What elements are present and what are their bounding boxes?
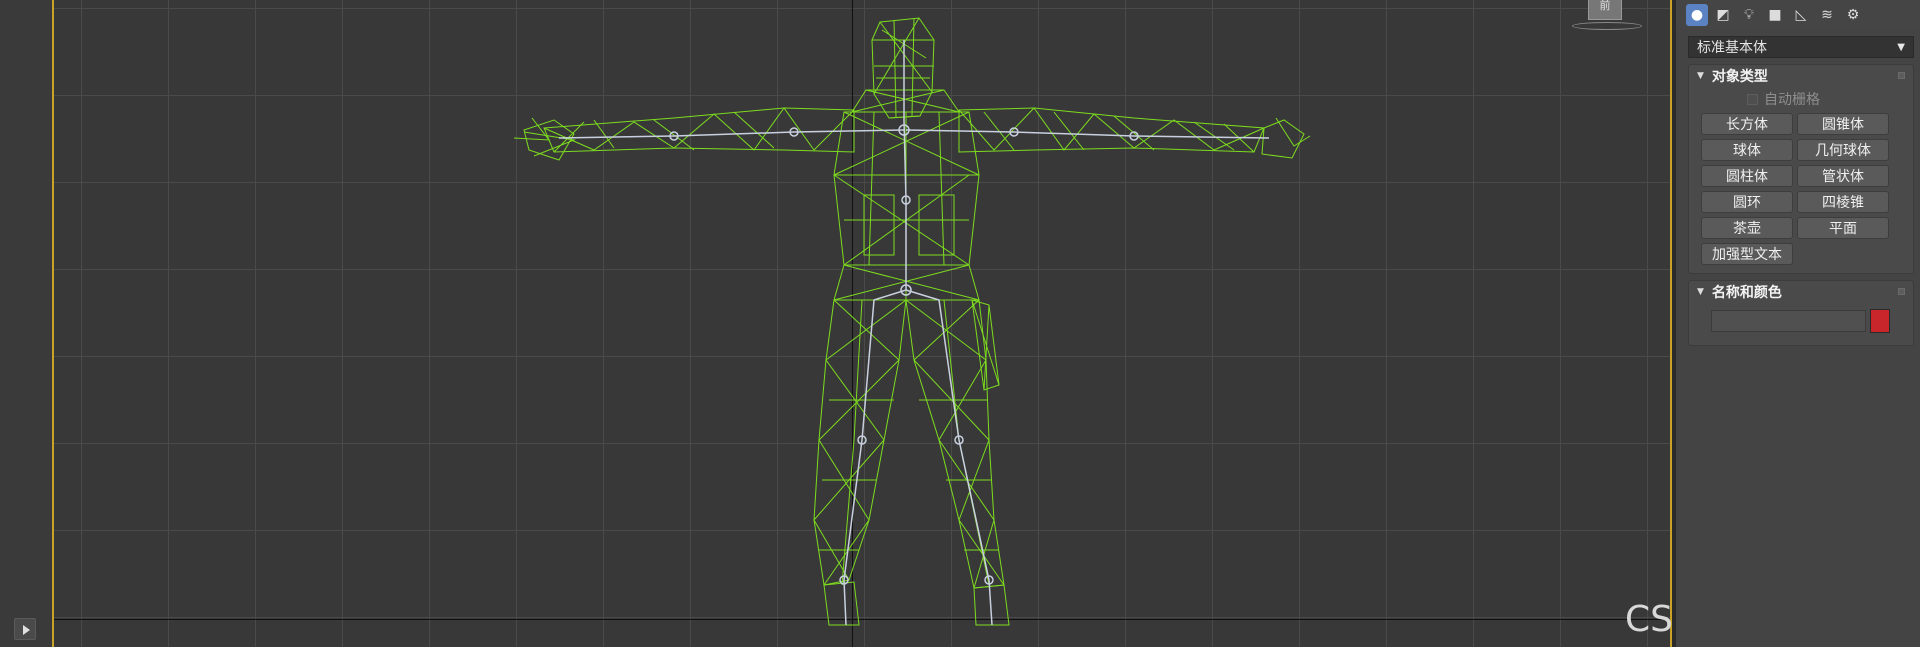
tube-button[interactable]: 管状体 xyxy=(1797,165,1889,187)
object-type-header[interactable]: ▼ 对象类型 xyxy=(1689,65,1913,87)
light-bulb-icon[interactable]: 💡︎ xyxy=(1738,4,1760,26)
name-and-color-rollout: ▼ 名称和颜色 xyxy=(1688,280,1914,346)
box-button[interactable]: 长方体 xyxy=(1701,113,1793,135)
name-and-color-title: 名称和颜色 xyxy=(1711,285,1782,301)
object-type-rollout: ▼ 对象类型 自动栅格 长方体 圆锥体 球体 几何球体 圆柱体 管状体 圆环 四… xyxy=(1688,64,1914,274)
cone-button[interactable]: 圆锥体 xyxy=(1797,113,1889,135)
object-name-field[interactable] xyxy=(1711,310,1866,332)
sphere-button[interactable]: 球体 xyxy=(1701,139,1793,161)
pyramid-button[interactable]: 四棱锥 xyxy=(1797,191,1889,213)
play-icon[interactable] xyxy=(14,618,36,640)
torus-button[interactable]: 圆环 xyxy=(1701,191,1793,213)
object-type-title: 对象类型 xyxy=(1711,69,1768,85)
primitive-buttons: 长方体 圆锥体 球体 几何球体 圆柱体 管状体 圆环 四棱锥 茶壶 平面 加强型… xyxy=(1689,113,1913,273)
app-window: 前 ● ◩ 💡︎ ■ ◺ ≋ ⚙ 标准基本体 ▼ ▼ 对象类型 自动栅格 长方体… xyxy=(0,0,1920,647)
checkbox-icon[interactable] xyxy=(1747,93,1758,105)
sphere-icon[interactable]: ● xyxy=(1686,4,1708,26)
collapse-triangle-icon: ▼ xyxy=(1697,287,1704,297)
command-panel: ● ◩ 💡︎ ■ ◺ ≋ ⚙ 标准基本体 ▼ ▼ 对象类型 自动栅格 长方体 圆… xyxy=(1676,0,1920,647)
autogrid-checkbox[interactable]: 自动栅格 xyxy=(1689,87,1913,113)
rollout-pin-icon[interactable] xyxy=(1898,72,1905,79)
plane-button[interactable]: 平面 xyxy=(1797,217,1889,239)
name-and-color-row xyxy=(1689,303,1913,345)
object-color-swatch[interactable] xyxy=(1870,309,1890,333)
waves-icon[interactable]: ≋ xyxy=(1816,4,1838,26)
left-toolbar-strip xyxy=(0,0,52,647)
wireframe-character-model[interactable] xyxy=(54,0,1672,647)
category-dropdown[interactable]: 标准基本体 ▼ xyxy=(1688,36,1914,58)
rollout-pin-icon[interactable] xyxy=(1898,288,1905,295)
ruler-icon[interactable]: ◺ xyxy=(1790,4,1812,26)
category-dropdown-value: 标准基本体 xyxy=(1697,40,1767,56)
textplus-button[interactable]: 加强型文本 xyxy=(1701,243,1793,265)
command-panel-tabs: ● ◩ 💡︎ ■ ◺ ≋ ⚙ xyxy=(1676,0,1920,30)
chevron-down-icon: ▼ xyxy=(1897,41,1905,53)
name-and-color-header[interactable]: ▼ 名称和颜色 xyxy=(1689,281,1913,303)
front-viewport[interactable]: 前 xyxy=(52,0,1672,647)
autogrid-label: 自动栅格 xyxy=(1764,92,1820,108)
shapes-icon[interactable]: ◩ xyxy=(1712,4,1734,26)
gears-icon[interactable]: ⚙ xyxy=(1842,4,1864,26)
cylinder-button[interactable]: 圆柱体 xyxy=(1701,165,1793,187)
collapse-triangle-icon: ▼ xyxy=(1697,71,1704,81)
teapot-button[interactable]: 茶壶 xyxy=(1701,217,1793,239)
geosphere-button[interactable]: 几何球体 xyxy=(1797,139,1889,161)
camera-icon[interactable]: ■ xyxy=(1764,4,1786,26)
